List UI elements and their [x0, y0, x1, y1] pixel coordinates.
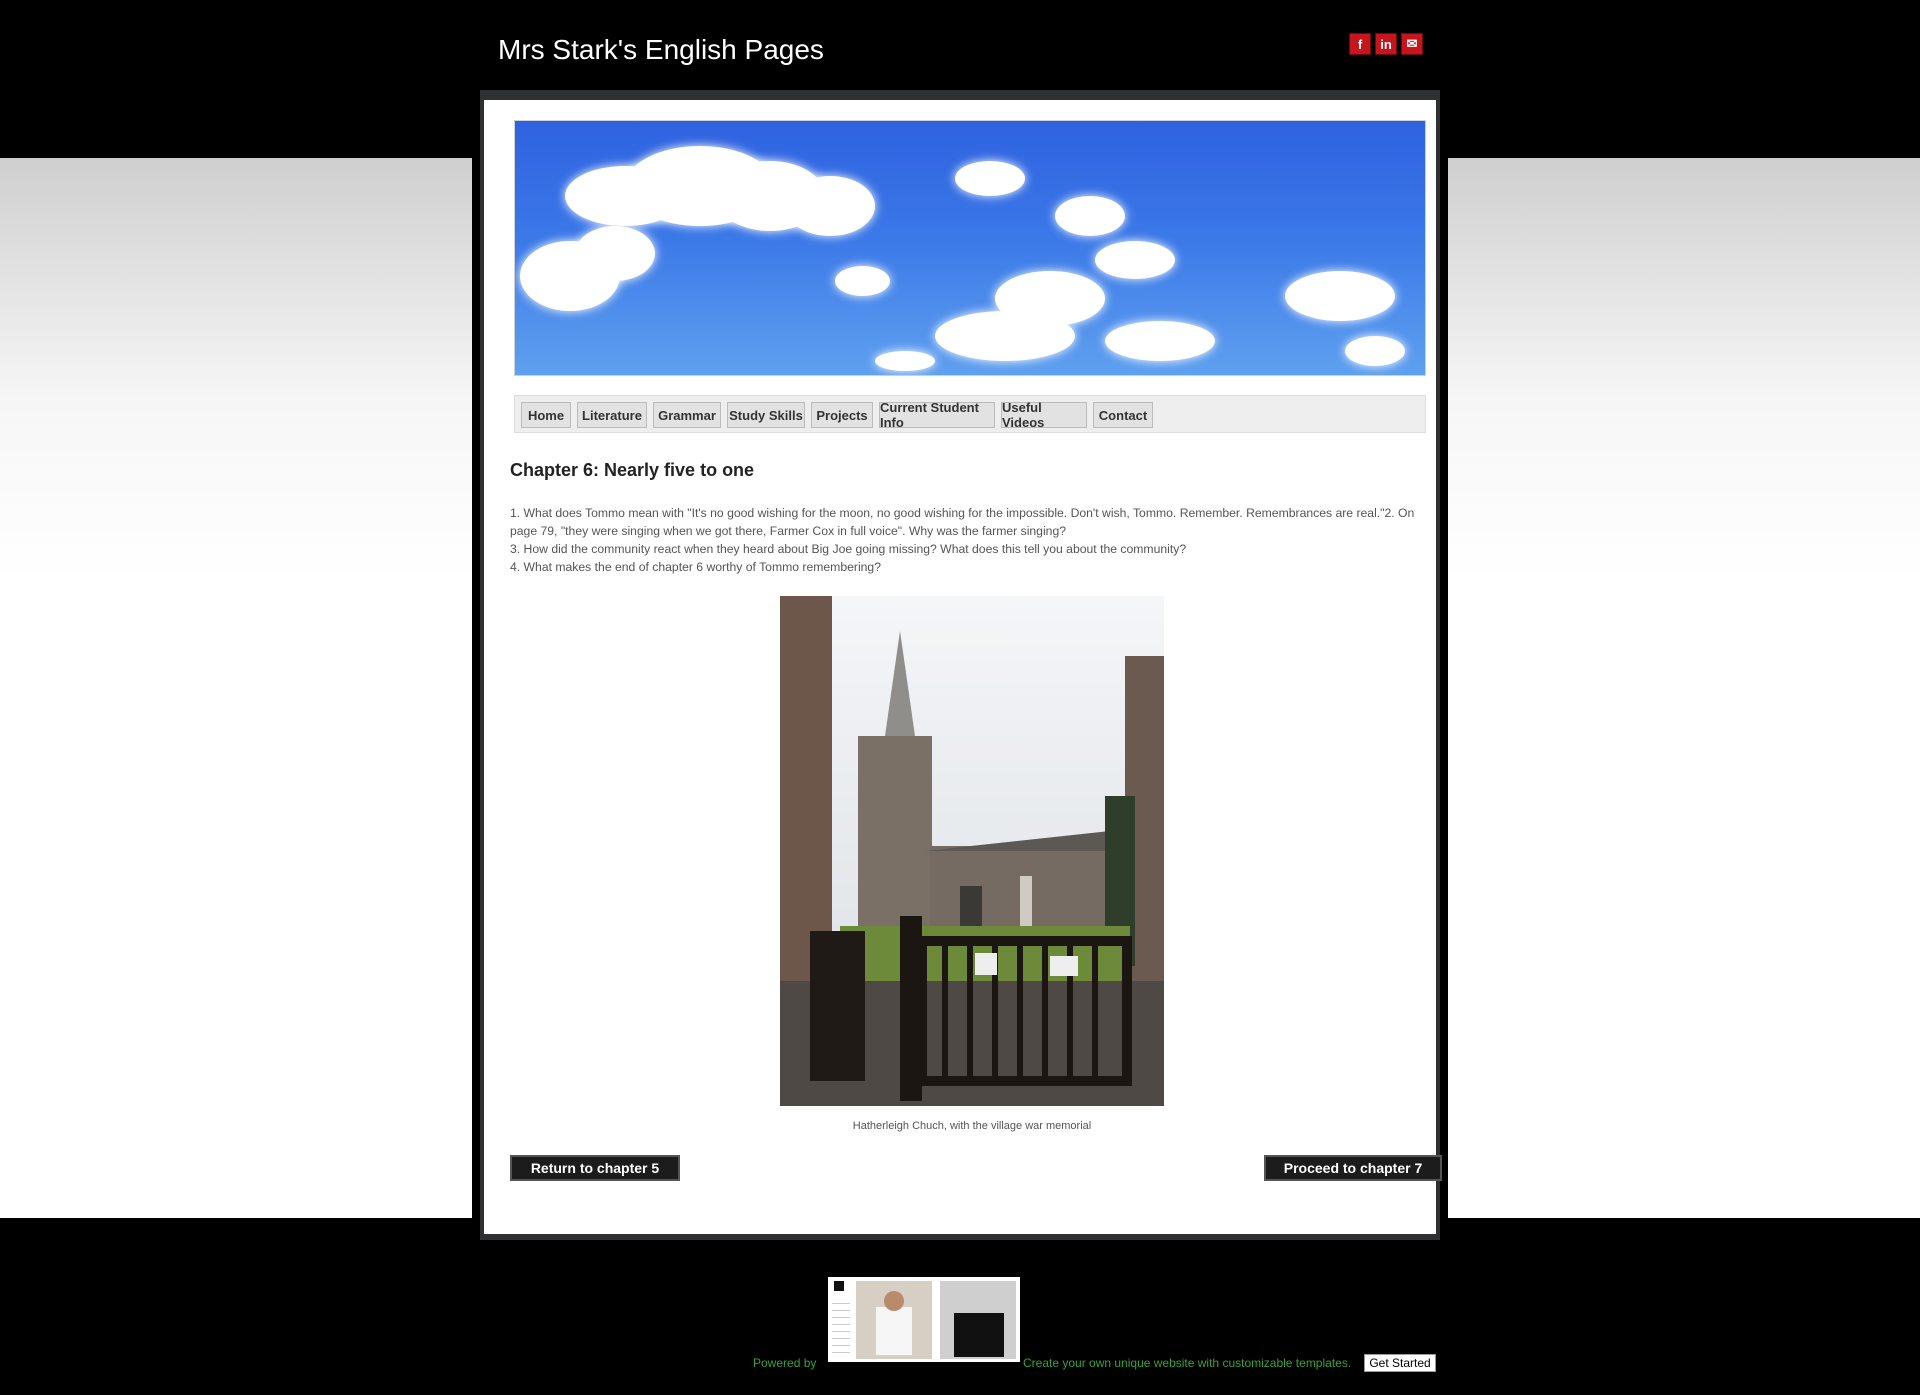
- question-text: 3. How did the community react when they…: [510, 542, 1187, 556]
- site-title[interactable]: Mrs Stark's English Pages: [498, 34, 824, 66]
- church-photo: [780, 596, 1164, 1106]
- nav-item-study-skills[interactable]: Study Skills: [727, 402, 805, 428]
- question-list: 1. What does Tommo mean with "It's no go…: [510, 504, 1434, 576]
- powered-by-label: Powered by: [753, 1356, 817, 1370]
- footer-promo-link[interactable]: Create your own unique website with cust…: [1023, 1356, 1351, 1370]
- nav-item-grammar[interactable]: Grammar: [653, 402, 721, 428]
- main-nav: Home Literature Grammar Study Skills Pro…: [514, 395, 1426, 433]
- nav-item-useful-videos[interactable]: Useful Videos: [1001, 400, 1087, 430]
- page-title: Chapter 6: Nearly five to one: [510, 460, 755, 480]
- template-preview-thumbnail[interactable]: [828, 1277, 1020, 1362]
- facebook-icon[interactable]: f: [1349, 33, 1371, 55]
- question-text: 4. What makes the end of chapter 6 worth…: [510, 560, 881, 574]
- nav-item-home[interactable]: Home: [521, 402, 571, 428]
- content-area: Home Literature Grammar Study Skills Pro…: [484, 100, 1442, 1234]
- nav-item-contact[interactable]: Contact: [1093, 402, 1153, 428]
- site-container: Mrs Stark's English Pages f in ✉ Home Li…: [472, 0, 1448, 1395]
- nav-item-literature[interactable]: Literature: [577, 402, 647, 428]
- image-caption: Hatherleigh Chuch, with the village war …: [852, 1120, 1092, 1132]
- nav-item-current-student-info[interactable]: Current Student Info: [879, 400, 995, 430]
- email-icon[interactable]: ✉: [1401, 33, 1423, 55]
- sky-banner-image: [514, 120, 1426, 376]
- get-started-button[interactable]: Get Started: [1364, 1354, 1436, 1372]
- linkedin-icon[interactable]: in: [1375, 33, 1397, 55]
- proceed-to-chapter-7-button[interactable]: Proceed to chapter 7: [1264, 1155, 1442, 1181]
- nav-item-projects[interactable]: Projects: [811, 402, 873, 428]
- question-text: 1. What does Tommo mean with "It's no go…: [510, 506, 1415, 538]
- return-to-chapter-5-button[interactable]: Return to chapter 5: [510, 1155, 680, 1181]
